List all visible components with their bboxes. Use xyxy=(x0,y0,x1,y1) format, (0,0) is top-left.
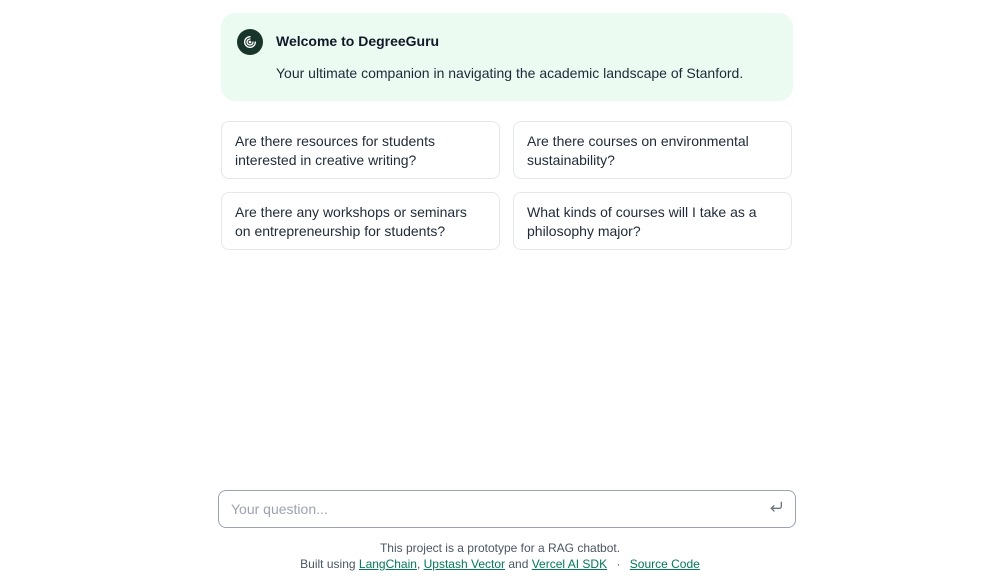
question-input-container xyxy=(218,490,796,528)
welcome-title: Welcome to DegreeGuru xyxy=(276,33,440,49)
welcome-subtitle: Your ultimate companion in navigating th… xyxy=(276,65,744,81)
suggestion-button[interactable]: What kinds of courses will I take as a p… xyxy=(513,192,792,250)
submit-button[interactable] xyxy=(767,500,785,518)
suggestion-button[interactable]: Are there courses on environmental susta… xyxy=(513,121,792,179)
upstash-vector-link[interactable]: Upstash Vector xyxy=(424,557,505,571)
footer-separator: · xyxy=(616,557,621,571)
vercel-ai-sdk-link[interactable]: Vercel AI SDK xyxy=(532,557,607,571)
suggestion-button[interactable]: Are there resources for students interes… xyxy=(221,121,500,179)
question-input[interactable] xyxy=(231,491,751,527)
logo-icon xyxy=(237,29,263,55)
footer-prototype-note: This project is a prototype for a RAG ch… xyxy=(379,541,621,555)
footer-credits: Built using LangChain, Upstash Vector an… xyxy=(300,557,700,571)
enter-return-icon xyxy=(768,499,784,520)
footer-built-using: Built using xyxy=(300,557,356,571)
chat-page: Welcome to DegreeGuru Your ultimate comp… xyxy=(0,0,1000,579)
footer-and: and xyxy=(508,557,529,571)
welcome-card: Welcome to DegreeGuru Your ultimate comp… xyxy=(221,13,793,101)
source-code-link[interactable]: Source Code xyxy=(630,557,700,571)
footer: This project is a prototype for a RAG ch… xyxy=(0,540,1000,572)
suggestion-button[interactable]: Are there any workshops or seminars on e… xyxy=(221,192,500,250)
langchain-link[interactable]: LangChain xyxy=(359,557,417,571)
